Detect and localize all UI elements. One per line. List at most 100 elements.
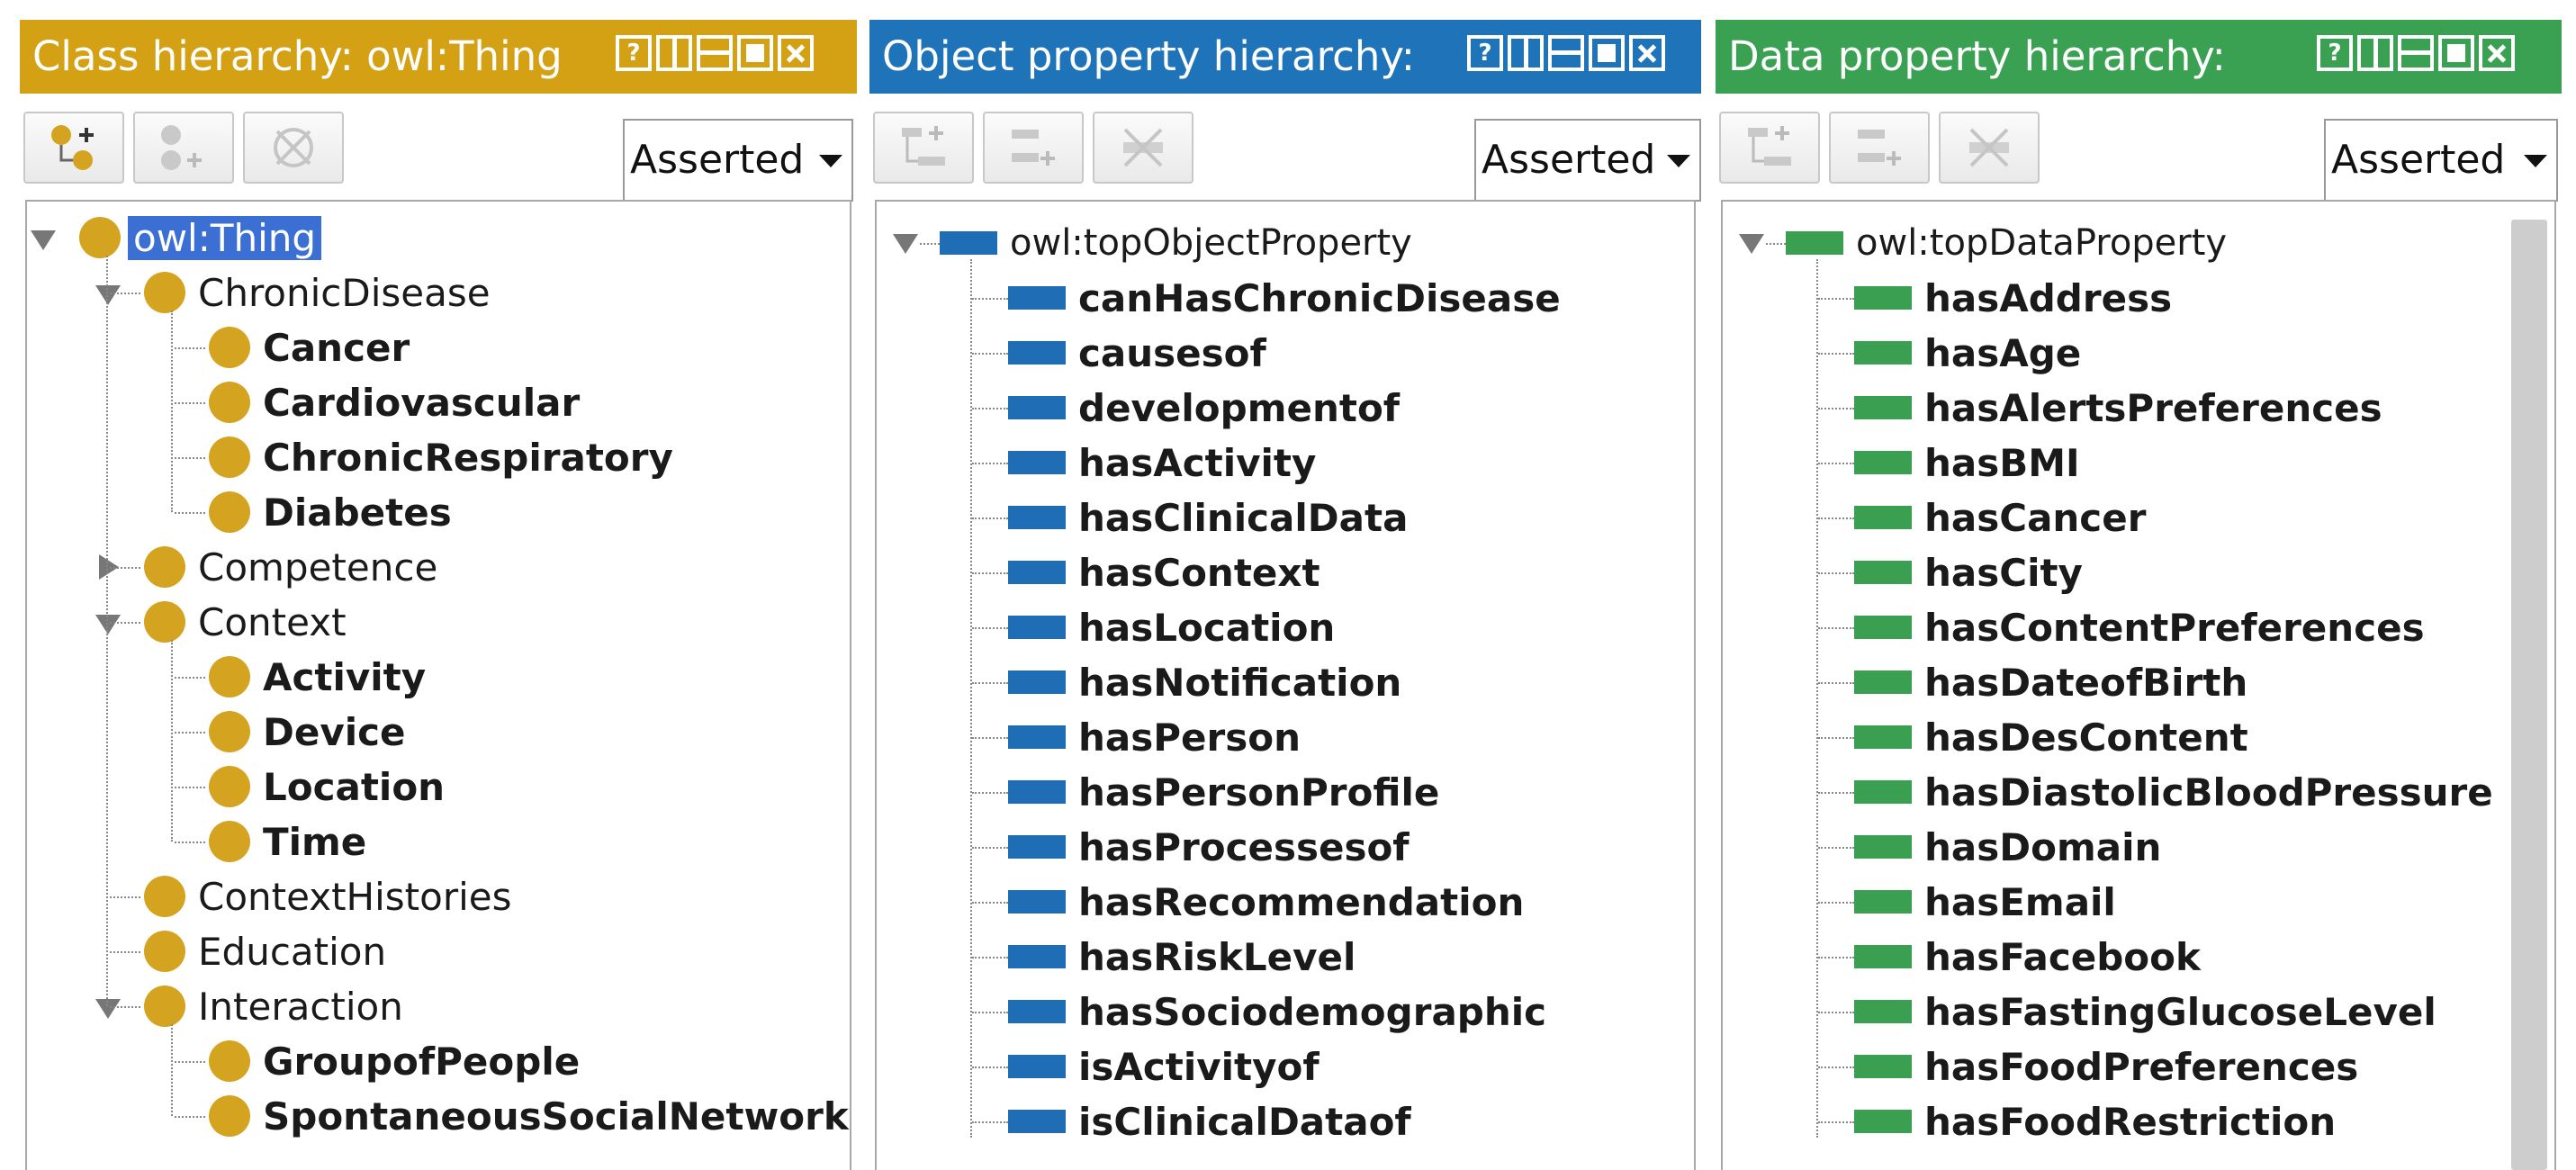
object-property-item[interactable]: hasActivity <box>1008 436 1316 490</box>
help-icon[interactable]: ? <box>1467 35 1503 71</box>
object-property-item[interactable]: canHasChronicDisease <box>1008 271 1561 325</box>
class-tree-item[interactable]: Location <box>209 760 445 814</box>
object-property-item[interactable]: hasSociodemographic <box>1008 985 1546 1039</box>
property-icon <box>1008 616 1066 639</box>
split-horizontal-icon[interactable] <box>2398 35 2434 71</box>
close-icon[interactable] <box>1629 35 1665 71</box>
class-tree[interactable]: owl:Thing ChronicDisease Cancer Cardiovascu… <box>25 200 851 1170</box>
object-property-tree[interactable]: owl:topObjectProperty canHasChronicDiseas… <box>875 200 1696 1170</box>
delete-property-button[interactable] <box>1093 112 1193 184</box>
class-tree-item[interactable]: ContextHistories <box>144 869 512 923</box>
data-property-root[interactable]: owl:topDataProperty <box>1786 216 2227 270</box>
class-tree-item[interactable]: Diabetes <box>209 485 452 539</box>
class-tree-item[interactable]: owl:Thing <box>79 211 322 265</box>
data-property-item[interactable]: hasCity <box>1854 545 2083 599</box>
data-mode-dropdown[interactable]: Asserted <box>2324 119 2558 202</box>
data-property-item[interactable]: hasContentPreferences <box>1854 600 2425 654</box>
class-tree-item[interactable]: Cardiovascular <box>209 375 580 429</box>
class-tree-item[interactable]: Device <box>209 705 406 759</box>
help-icon[interactable]: ? <box>616 35 652 71</box>
data-property-item[interactable]: hasAlertsPreferences <box>1854 381 2382 435</box>
class-tree-item[interactable]: ChronicRespiratory <box>209 430 673 484</box>
object-property-item[interactable]: isActivityof <box>1008 1040 1320 1094</box>
split-vertical-icon[interactable] <box>2357 35 2393 71</box>
class-tree-item[interactable]: Context <box>144 595 347 649</box>
class-tree-item[interactable]: SpontaneousSocialNetwork <box>209 1089 849 1143</box>
object-property-item[interactable]: developmentof <box>1008 381 1400 435</box>
add-subclass-button[interactable] <box>23 112 124 184</box>
collapse-arrow-icon[interactable] <box>1739 234 1764 254</box>
data-property-item[interactable]: hasEmail <box>1854 875 2116 929</box>
add-sibling-property-button[interactable] <box>983 112 1084 184</box>
split-vertical-icon[interactable] <box>1508 35 1544 71</box>
class-icon <box>209 491 250 533</box>
data-property-item[interactable]: hasAge <box>1854 326 2081 380</box>
object-property-item[interactable]: hasClinicalData <box>1008 490 1408 544</box>
object-property-item[interactable]: hasPerson <box>1008 710 1301 764</box>
tree-connector <box>972 408 1008 410</box>
split-horizontal-icon[interactable] <box>697 35 733 71</box>
maximize-icon[interactable] <box>1589 35 1625 71</box>
object-property-item[interactable]: hasLocation <box>1008 600 1335 654</box>
delete-class-button[interactable] <box>243 112 344 184</box>
class-tree-item[interactable]: Activity <box>209 650 426 704</box>
split-vertical-icon[interactable] <box>656 35 692 71</box>
tree-connector <box>1818 518 1854 519</box>
class-label: Location <box>263 764 446 809</box>
object-property-item[interactable]: isClinicalDataof <box>1008 1094 1411 1148</box>
object-property-root[interactable]: owl:topObjectProperty <box>940 216 1412 270</box>
property-icon <box>1854 616 1912 639</box>
object-property-item[interactable]: hasProcessesof <box>1008 820 1410 874</box>
class-tree-item[interactable]: ChronicDisease <box>144 266 491 320</box>
class-tree-item[interactable]: Interaction <box>144 979 403 1033</box>
property-icon <box>1854 890 1912 914</box>
add-sibling-data-property-button[interactable] <box>1829 112 1930 184</box>
data-property-item[interactable]: hasDesContent <box>1854 710 2248 764</box>
class-tree-item[interactable]: Time <box>209 814 366 868</box>
data-property-item[interactable]: hasAddress <box>1854 271 2172 325</box>
add-sub-property-button[interactable] <box>873 112 974 184</box>
class-tree-item[interactable]: Cancer <box>209 320 410 374</box>
vertical-scrollbar[interactable] <box>2511 220 2547 1170</box>
property-label: hasBMI <box>1924 440 2080 485</box>
data-property-item[interactable]: hasDomain <box>1854 820 2161 874</box>
help-icon[interactable]: ? <box>2317 35 2353 71</box>
data-property-item[interactable]: hasDiastolicBloodPressure <box>1854 765 2493 819</box>
data-property-item[interactable]: hasFoodRestriction <box>1854 1094 2336 1148</box>
object-property-item[interactable]: hasRiskLevel <box>1008 930 1356 984</box>
data-property-item[interactable]: hasBMI <box>1854 436 2080 490</box>
object-property-item[interactable]: hasNotification <box>1008 655 1401 709</box>
collapse-arrow-icon[interactable] <box>95 615 121 634</box>
class-mode-dropdown[interactable]: Asserted <box>623 119 853 202</box>
close-icon[interactable] <box>778 35 814 71</box>
collapse-arrow-icon[interactable] <box>31 230 56 250</box>
collapse-arrow-icon[interactable] <box>95 999 121 1019</box>
delete-data-property-button[interactable] <box>1939 112 2040 184</box>
class-tree-item[interactable]: Competence <box>144 540 437 594</box>
collapse-arrow-icon[interactable] <box>893 234 918 254</box>
split-horizontal-icon[interactable] <box>1548 35 1584 71</box>
collapse-arrow-icon[interactable] <box>95 285 121 305</box>
tree-connector <box>1818 298 1854 300</box>
data-property-item[interactable]: hasFoodPreferences <box>1854 1040 2358 1094</box>
object-mode-dropdown[interactable]: Asserted <box>1474 119 1701 202</box>
class-label: Device <box>263 709 406 754</box>
add-sub-data-property-button[interactable] <box>1719 112 1820 184</box>
chevron-down-icon <box>819 155 842 167</box>
data-property-tree[interactable]: owl:topDataProperty hasAddress hasAge hasAl… <box>1721 200 2556 1170</box>
object-property-item[interactable]: hasPersonProfile <box>1008 765 1439 819</box>
add-sibling-button[interactable] <box>133 112 234 184</box>
maximize-icon[interactable] <box>2438 35 2474 71</box>
data-property-item[interactable]: hasCancer <box>1854 490 2146 544</box>
object-property-item[interactable]: hasContext <box>1008 545 1320 599</box>
data-property-item[interactable]: hasDateofBirth <box>1854 655 2247 709</box>
class-tree-item[interactable]: GroupofPeople <box>209 1034 580 1088</box>
close-icon[interactable] <box>2479 35 2515 71</box>
class-tree-item[interactable]: Education <box>144 924 386 978</box>
data-property-item[interactable]: hasFastingGlucoseLevel <box>1854 985 2436 1039</box>
object-property-item[interactable]: hasRecommendation <box>1008 875 1524 929</box>
maximize-icon[interactable] <box>737 35 773 71</box>
object-property-item[interactable]: causesof <box>1008 326 1266 380</box>
data-property-item[interactable]: hasFacebook <box>1854 930 2201 984</box>
property-label: hasAlertsPreferences <box>1924 385 2382 430</box>
